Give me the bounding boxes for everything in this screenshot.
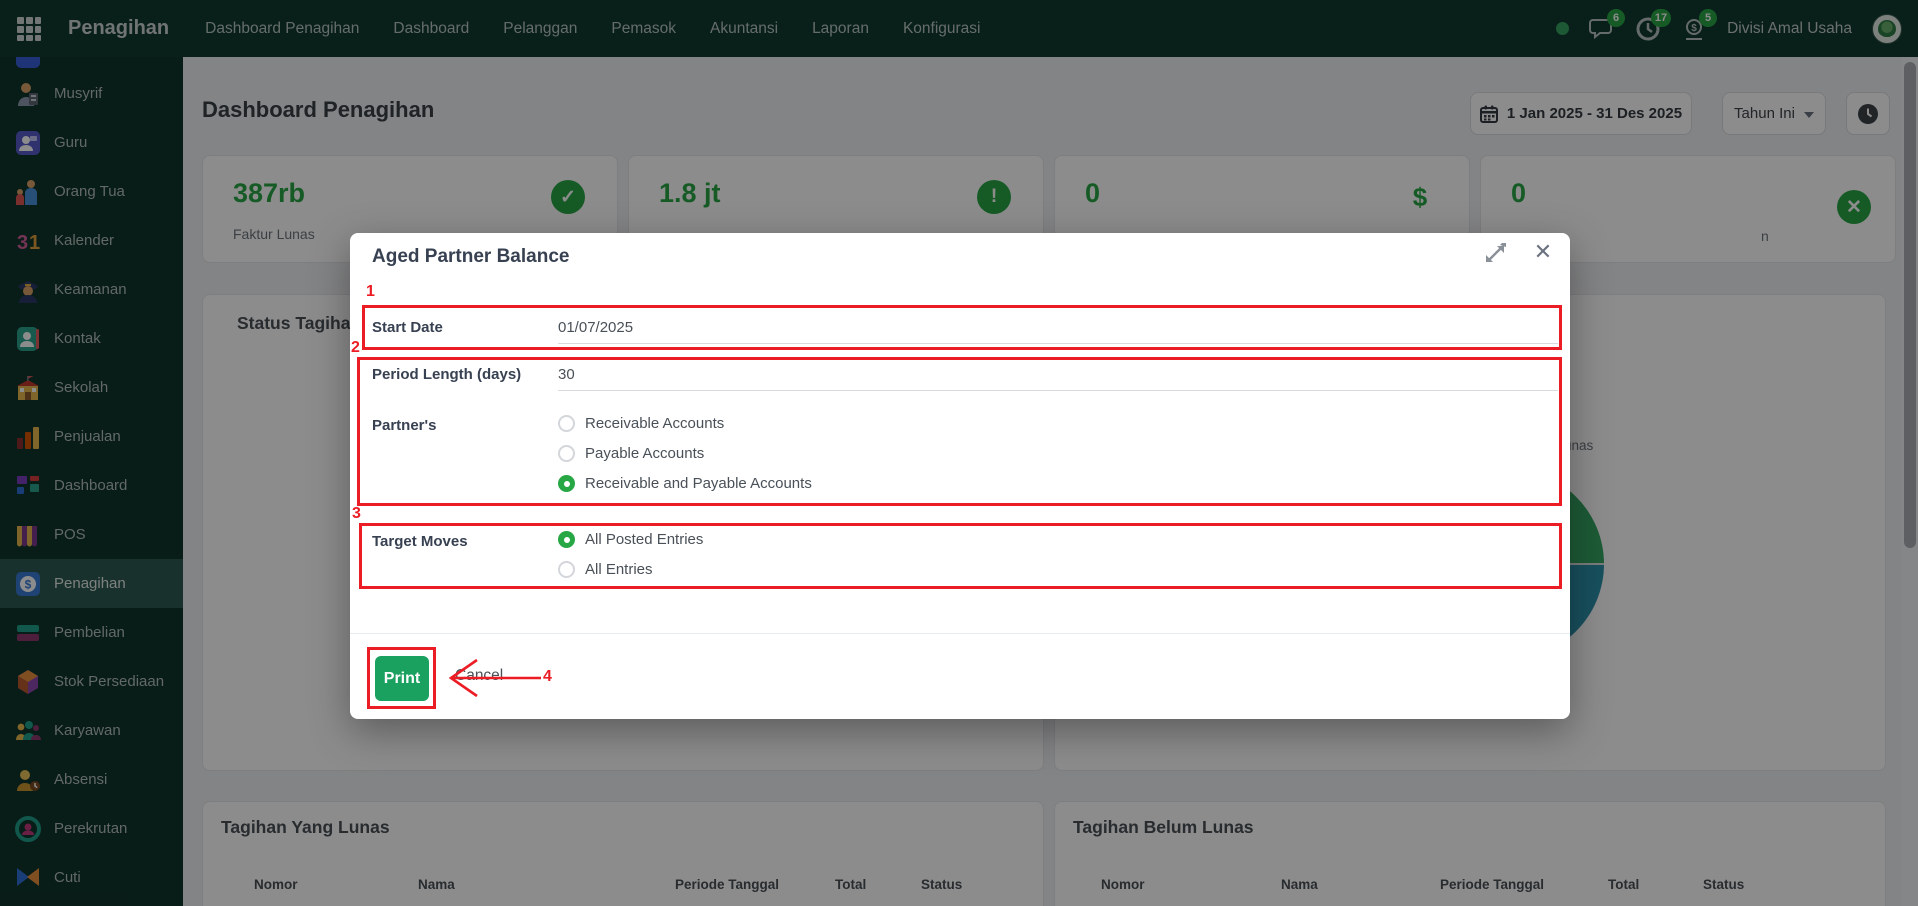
- target-moves-label: Target Moves: [372, 531, 558, 550]
- start-date-row: Start Date 01/07/2025: [372, 317, 1558, 344]
- partners-label: Partner's: [372, 415, 558, 434]
- target-moves-radio-group: All Posted Entries All Entries: [558, 531, 703, 578]
- partners-radio-group: Receivable Accounts Payable Accounts Rec…: [558, 415, 812, 492]
- radio-unselected-icon[interactable]: [558, 415, 575, 432]
- period-length-label: Period Length (days): [372, 364, 558, 383]
- modal-footer: Print Cancel: [350, 633, 1570, 719]
- start-date-label: Start Date: [372, 317, 558, 336]
- radio-all-posted-entries[interactable]: All Posted Entries: [558, 531, 703, 548]
- print-button[interactable]: Print: [375, 656, 429, 701]
- radio-selected-icon[interactable]: [558, 475, 575, 492]
- radio-payable-accounts[interactable]: Payable Accounts: [558, 445, 812, 462]
- radio-receivable-accounts[interactable]: Receivable Accounts: [558, 415, 812, 432]
- cancel-link[interactable]: Cancel: [455, 667, 503, 685]
- expand-icon[interactable]: [1482, 241, 1508, 267]
- start-date-input[interactable]: 01/07/2025: [558, 317, 1558, 344]
- radio-selected-icon[interactable]: [558, 531, 575, 548]
- close-icon[interactable]: ✕: [1528, 237, 1558, 267]
- target-moves-row: Target Moves All Posted Entries All Entr…: [372, 531, 1558, 578]
- radio-unselected-icon[interactable]: [558, 561, 575, 578]
- radio-unselected-icon[interactable]: [558, 445, 575, 462]
- radio-receivable-and-payable-accounts[interactable]: Receivable and Payable Accounts: [558, 475, 812, 492]
- period-length-input[interactable]: 30: [558, 364, 1558, 391]
- annotation-number-2: 2: [351, 339, 360, 357]
- period-length-row: Period Length (days) 30: [372, 364, 1558, 391]
- radio-all-entries[interactable]: All Entries: [558, 561, 703, 578]
- annotation-number-3: 3: [352, 505, 361, 523]
- annotation-number-1: 1: [366, 283, 375, 301]
- partners-row: Partner's Receivable Accounts Payable Ac…: [372, 415, 1558, 492]
- modal-title: Aged Partner Balance: [372, 246, 569, 268]
- app-root: Penagihan Dashboard Penagihan Dashboard …: [0, 0, 1918, 906]
- aged-partner-balance-modal: Aged Partner Balance ✕ Start Date 01/07/…: [350, 233, 1570, 719]
